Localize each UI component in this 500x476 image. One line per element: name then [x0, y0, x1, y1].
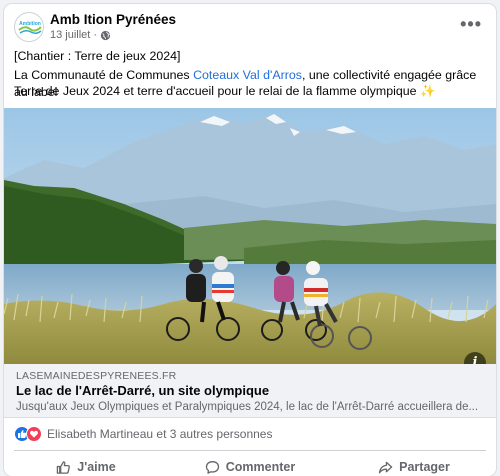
comment-icon	[205, 460, 219, 474]
link-domain: LASEMAINEDESPYRENEES.FR	[16, 370, 177, 382]
share-icon	[378, 461, 393, 473]
post-text-line-1: [Chantier : Terre de jeux 2024]	[14, 49, 181, 63]
post-date[interactable]: 13 juillet	[50, 29, 90, 41]
like-label: J'aime	[77, 460, 116, 474]
post-header: Ambition Amb Ition Pyrénées 13 juillet ·…	[4, 4, 496, 46]
reactions-text: Elisabeth Martineau et 3 autres personne…	[47, 427, 273, 441]
love-reaction-icon	[26, 426, 42, 442]
ambition-logo-icon: Ambition	[16, 14, 43, 41]
thumb-up-icon	[57, 460, 71, 474]
globe-icon	[100, 30, 111, 40]
action-bar: J'aime Commenter Partager	[4, 454, 496, 476]
lake-cyclists-photo	[4, 108, 496, 364]
link-preview-image[interactable]: i	[4, 108, 496, 364]
like-button[interactable]: J'aime	[4, 454, 168, 476]
meta-separator: ·	[93, 29, 98, 41]
share-button[interactable]: Partager	[332, 454, 496, 476]
post-meta: 13 juillet ·	[50, 29, 111, 41]
post-text-line-3: Terre de Jeux 2024 et terre d'accueil po…	[14, 84, 436, 98]
comment-label: Commenter	[225, 460, 296, 474]
reactions-summary[interactable]: Elisabeth Martineau et 3 autres personne…	[14, 424, 272, 444]
link-description: Jusqu'aux Jeux Olympiques et Paralympiqu…	[16, 401, 479, 413]
share-label: Partager	[399, 460, 450, 474]
more-options-button[interactable]: •••	[460, 14, 482, 35]
post-text-prefix: La Communauté de Communes	[14, 68, 194, 82]
link-title[interactable]: Le lac de l'Arrêt-Darré, un site olympiq…	[16, 383, 269, 398]
page-avatar[interactable]: Ambition	[14, 12, 44, 42]
actions-divider	[14, 450, 486, 451]
mention-link[interactable]: Coteaux Val d'Arros	[193, 68, 302, 82]
page-name[interactable]: Amb Ition Pyrénées	[50, 12, 176, 27]
svg-text:Ambition: Ambition	[19, 21, 41, 27]
link-preview-box[interactable]: LASEMAINEDESPYRENEES.FR Le lac de l'Arrê…	[4, 364, 496, 418]
post-card: Ambition Amb Ition Pyrénées 13 juillet ·…	[4, 4, 496, 476]
comment-button[interactable]: Commenter	[168, 454, 332, 476]
